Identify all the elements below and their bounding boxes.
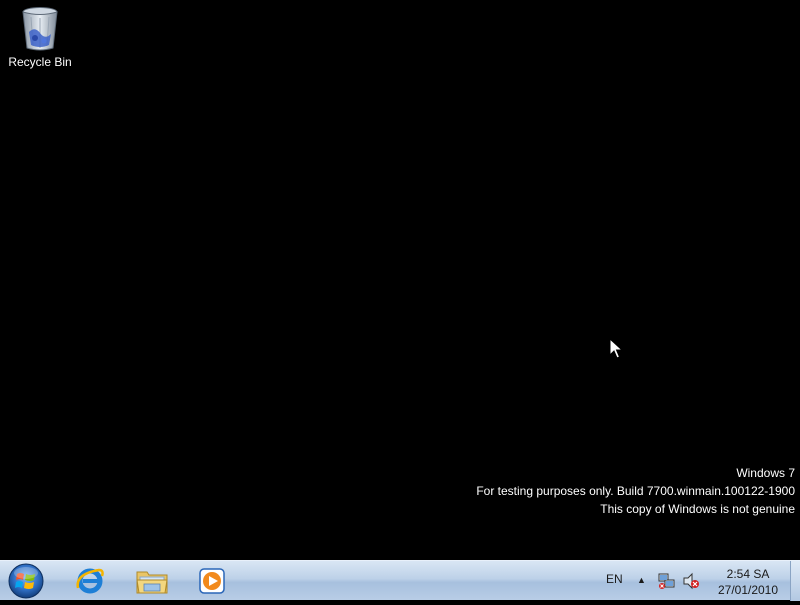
volume-muted-icon[interactable] xyxy=(682,572,700,595)
taskbar: EN ▲ 2:54 SA 27/01/2010 xyxy=(0,560,800,601)
genuine-watermark: Windows 7 For testing purposes only. Bui… xyxy=(476,464,795,518)
up-arrow-icon[interactable]: ▲ xyxy=(637,575,646,585)
windows-explorer-icon xyxy=(136,571,168,594)
language-indicator[interactable]: EN xyxy=(606,572,623,586)
windows-media-player-button[interactable] xyxy=(184,563,240,599)
windows-explorer-button[interactable] xyxy=(124,563,180,599)
watermark-line-1: Windows 7 xyxy=(736,466,795,480)
clock-time: 2:54 SA xyxy=(726,567,770,581)
recycle-bin-label: Recycle Bin xyxy=(8,55,72,69)
internet-explorer-icon xyxy=(76,568,104,594)
system-tray: EN ▲ 2:54 SA 27/01/2010 xyxy=(600,561,800,601)
watermark-line-3: This copy of Windows is not genuine xyxy=(600,502,795,516)
recycle-bin-icon xyxy=(22,7,58,51)
mouse-pointer-icon xyxy=(609,337,624,365)
recycle-bin[interactable]: Recycle Bin xyxy=(4,6,76,76)
windows-media-player-icon xyxy=(199,568,225,594)
clock-date: 27/01/2010 xyxy=(717,583,779,597)
network-icon[interactable] xyxy=(658,572,676,595)
clock[interactable]: 2:54 SA 27/01/2010 xyxy=(708,566,788,598)
watermark-line-2: For testing purposes only. Build 7700.wi… xyxy=(476,484,795,498)
start-button[interactable] xyxy=(6,562,46,600)
internet-explorer-button[interactable] xyxy=(62,563,118,599)
windows-logo-icon xyxy=(8,563,44,599)
show-desktop-button[interactable] xyxy=(790,561,800,601)
desktop[interactable]: Recycle Bin Windows 7 For testing purpos… xyxy=(0,0,800,560)
